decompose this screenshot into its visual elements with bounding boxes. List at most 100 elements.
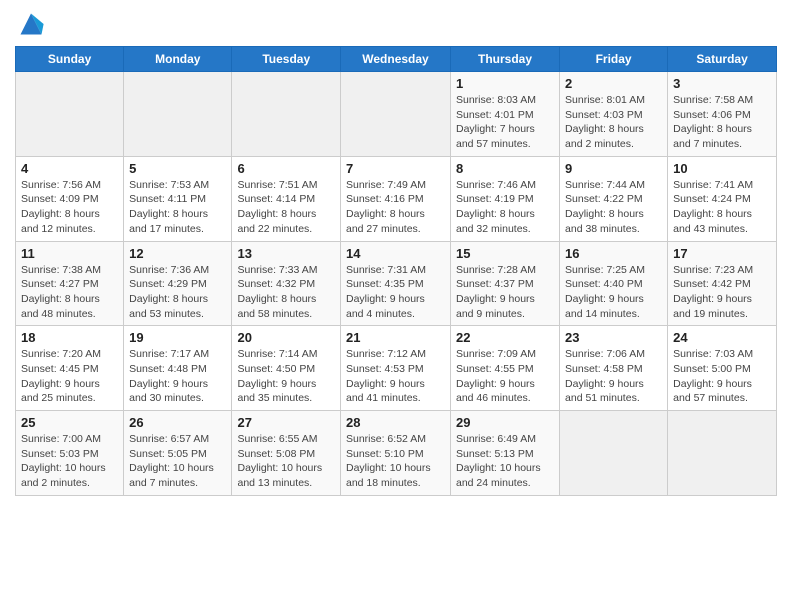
day-info: Sunrise: 7:20 AMSunset: 4:45 PMDaylight:… [21,347,118,406]
calendar-cell: 28 Sunrise: 6:52 AMSunset: 5:10 PMDayligh… [341,411,451,496]
day-number: 28 [346,415,445,430]
day-info: Sunrise: 7:41 AMSunset: 4:24 PMDaylight:… [673,178,771,237]
day-number: 1 [456,76,554,91]
calendar-cell: 1 Sunrise: 8:03 AMSunset: 4:01 PMDaylight… [451,72,560,157]
calendar-cell: 24 Sunrise: 7:03 AMSunset: 5:00 PMDayligh… [668,326,777,411]
day-info: Sunrise: 6:52 AMSunset: 5:10 PMDaylight:… [346,432,445,491]
day-number: 22 [456,330,554,345]
calendar-cell: 22 Sunrise: 7:09 AMSunset: 4:55 PMDayligh… [451,326,560,411]
col-header-sunday: Sunday [16,47,124,72]
day-number: 14 [346,246,445,261]
calendar-cell: 11 Sunrise: 7:38 AMSunset: 4:27 PMDayligh… [16,241,124,326]
day-number: 16 [565,246,662,261]
day-number: 8 [456,161,554,176]
day-number: 23 [565,330,662,345]
day-number: 29 [456,415,554,430]
day-number: 21 [346,330,445,345]
day-info: Sunrise: 7:23 AMSunset: 4:42 PMDaylight:… [673,263,771,322]
calendar-cell [16,72,124,157]
calendar-cell: 3 Sunrise: 7:58 AMSunset: 4:06 PMDaylight… [668,72,777,157]
day-info: Sunrise: 8:03 AMSunset: 4:01 PMDaylight:… [456,93,554,152]
day-number: 17 [673,246,771,261]
day-info: Sunrise: 6:49 AMSunset: 5:13 PMDaylight:… [456,432,554,491]
day-number: 27 [237,415,335,430]
day-info: Sunrise: 8:01 AMSunset: 4:03 PMDaylight:… [565,93,662,152]
col-header-monday: Monday [124,47,232,72]
calendar-cell: 21 Sunrise: 7:12 AMSunset: 4:53 PMDayligh… [341,326,451,411]
calendar-cell: 18 Sunrise: 7:20 AMSunset: 4:45 PMDayligh… [16,326,124,411]
day-info: Sunrise: 7:03 AMSunset: 5:00 PMDaylight:… [673,347,771,406]
day-info: Sunrise: 7:51 AMSunset: 4:14 PMDaylight:… [237,178,335,237]
col-header-friday: Friday [560,47,668,72]
day-number: 24 [673,330,771,345]
week-row-3: 11 Sunrise: 7:38 AMSunset: 4:27 PMDayligh… [16,241,777,326]
calendar-header-row: SundayMondayTuesdayWednesdayThursdayFrid… [16,47,777,72]
header [15,10,777,38]
calendar-cell: 26 Sunrise: 6:57 AMSunset: 5:05 PMDayligh… [124,411,232,496]
calendar-cell: 27 Sunrise: 6:55 AMSunset: 5:08 PMDayligh… [232,411,341,496]
calendar-cell: 2 Sunrise: 8:01 AMSunset: 4:03 PMDaylight… [560,72,668,157]
calendar-cell: 8 Sunrise: 7:46 AMSunset: 4:19 PMDaylight… [451,156,560,241]
calendar-cell: 6 Sunrise: 7:51 AMSunset: 4:14 PMDaylight… [232,156,341,241]
col-header-wednesday: Wednesday [341,47,451,72]
day-number: 7 [346,161,445,176]
calendar-cell [341,72,451,157]
day-number: 12 [129,246,226,261]
day-info: Sunrise: 7:56 AMSunset: 4:09 PMDaylight:… [21,178,118,237]
day-info: Sunrise: 7:33 AMSunset: 4:32 PMDaylight:… [237,263,335,322]
calendar-cell: 9 Sunrise: 7:44 AMSunset: 4:22 PMDaylight… [560,156,668,241]
day-info: Sunrise: 7:31 AMSunset: 4:35 PMDaylight:… [346,263,445,322]
day-number: 6 [237,161,335,176]
day-info: Sunrise: 7:46 AMSunset: 4:19 PMDaylight:… [456,178,554,237]
week-row-2: 4 Sunrise: 7:56 AMSunset: 4:09 PMDaylight… [16,156,777,241]
day-number: 19 [129,330,226,345]
day-info: Sunrise: 7:14 AMSunset: 4:50 PMDaylight:… [237,347,335,406]
day-number: 3 [673,76,771,91]
calendar-cell: 29 Sunrise: 6:49 AMSunset: 5:13 PMDayligh… [451,411,560,496]
col-header-saturday: Saturday [668,47,777,72]
calendar-cell: 25Sunrise: 7:00 AMSunset: 5:03 PMDayligh… [16,411,124,496]
day-number: 9 [565,161,662,176]
calendar-cell: 20Sunrise: 7:14 AMSunset: 4:50 PMDayligh… [232,326,341,411]
calendar-cell [560,411,668,496]
day-info: Sunrise: 7:28 AMSunset: 4:37 PMDaylight:… [456,263,554,322]
day-info: Sunrise: 7:49 AMSunset: 4:16 PMDaylight:… [346,178,445,237]
logo [15,10,45,38]
day-number: 18 [21,330,118,345]
day-number: 26 [129,415,226,430]
day-number: 2 [565,76,662,91]
calendar-cell: 19 Sunrise: 7:17 AMSunset: 4:48 PMDayligh… [124,326,232,411]
calendar-cell: 17 Sunrise: 7:23 AMSunset: 4:42 PMDayligh… [668,241,777,326]
week-row-5: 25Sunrise: 7:00 AMSunset: 5:03 PMDayligh… [16,411,777,496]
calendar-cell [232,72,341,157]
day-info: Sunrise: 7:38 AMSunset: 4:27 PMDaylight:… [21,263,118,322]
calendar-cell: 15Sunrise: 7:28 AMSunset: 4:37 PMDayligh… [451,241,560,326]
day-info: Sunrise: 7:17 AMSunset: 4:48 PMDaylight:… [129,347,226,406]
day-info: Sunrise: 6:57 AMSunset: 5:05 PMDaylight:… [129,432,226,491]
col-header-thursday: Thursday [451,47,560,72]
day-info: Sunrise: 7:44 AMSunset: 4:22 PMDaylight:… [565,178,662,237]
day-info: Sunrise: 7:06 AMSunset: 4:58 PMDaylight:… [565,347,662,406]
main-container: SundayMondayTuesdayWednesdayThursdayFrid… [0,0,792,501]
day-number: 13 [237,246,335,261]
calendar-cell: 7 Sunrise: 7:49 AMSunset: 4:16 PMDaylight… [341,156,451,241]
logo-icon [17,10,45,38]
calendar-cell [124,72,232,157]
day-info: Sunrise: 7:53 AMSunset: 4:11 PMDaylight:… [129,178,226,237]
day-info: Sunrise: 7:09 AMSunset: 4:55 PMDaylight:… [456,347,554,406]
day-info: Sunrise: 7:58 AMSunset: 4:06 PMDaylight:… [673,93,771,152]
calendar-cell: 16 Sunrise: 7:25 AMSunset: 4:40 PMDayligh… [560,241,668,326]
calendar-cell: 12Sunrise: 7:36 AMSunset: 4:29 PMDayligh… [124,241,232,326]
calendar-cell: 10Sunrise: 7:41 AMSunset: 4:24 PMDayligh… [668,156,777,241]
day-info: Sunrise: 7:25 AMSunset: 4:40 PMDaylight:… [565,263,662,322]
calendar-cell: 14 Sunrise: 7:31 AMSunset: 4:35 PMDayligh… [341,241,451,326]
day-number: 4 [21,161,118,176]
calendar-cell: 4 Sunrise: 7:56 AMSunset: 4:09 PMDaylight… [16,156,124,241]
day-number: 5 [129,161,226,176]
day-number: 25 [21,415,118,430]
calendar-cell [668,411,777,496]
day-info: Sunrise: 6:55 AMSunset: 5:08 PMDaylight:… [237,432,335,491]
week-row-4: 18 Sunrise: 7:20 AMSunset: 4:45 PMDayligh… [16,326,777,411]
day-number: 11 [21,246,118,261]
day-info: Sunrise: 7:12 AMSunset: 4:53 PMDaylight:… [346,347,445,406]
